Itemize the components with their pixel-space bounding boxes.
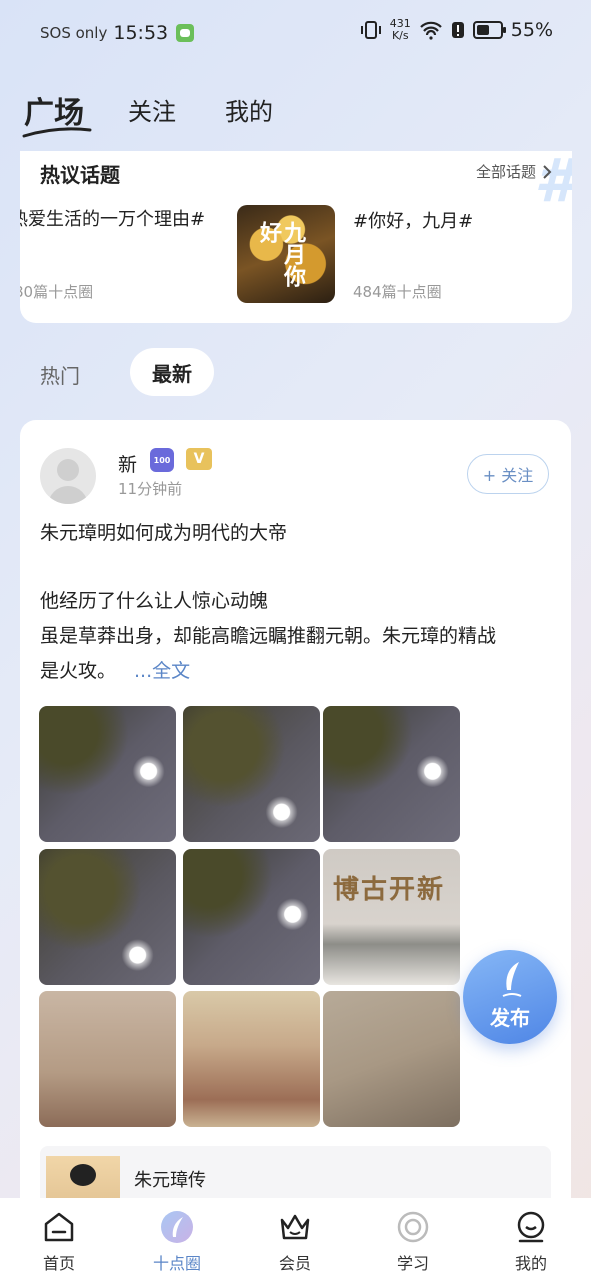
hot-topics-card: # 热议话题 全部话题 热爱生活的一万个理由# 80篇十点圈 九月你好 #你好，… (20, 151, 572, 323)
post-line: 朱元璋明如何成为明代的大帝 (40, 522, 288, 544)
topic-item-count: 484篇十点圈 (353, 283, 442, 301)
avatar-body (48, 486, 88, 504)
nav-study[interactable]: 学习 (354, 1198, 472, 1280)
nav-circle[interactable]: 十点圈 (118, 1198, 236, 1280)
post-photo[interactable] (183, 849, 320, 985)
quill-icon (502, 962, 522, 997)
vibrate-icon (360, 21, 381, 39)
topic-item-count: 80篇十点圈 (20, 283, 94, 301)
nav-member[interactable]: 会员 (236, 1198, 354, 1280)
author-name[interactable]: 新 (118, 450, 137, 477)
tab-follow[interactable]: 关注 (128, 92, 176, 127)
post-photo[interactable] (39, 849, 176, 985)
topic-thumbnail[interactable]: 九月你好 (237, 205, 335, 303)
level-badge-icon: 100 (150, 448, 174, 472)
topic-item-title[interactable]: #你好，九月# (353, 207, 473, 233)
post-line: 是火攻。 ...全文 (40, 654, 190, 688)
wechat-icon (176, 24, 195, 42)
tab-hot[interactable]: 热门 (40, 360, 80, 389)
photo-sign-text: 博古开新 (333, 875, 446, 905)
alert-icon (451, 22, 464, 38)
net-speed: 431 K/s (389, 17, 411, 42)
post-photo[interactable] (183, 706, 320, 842)
post-photo[interactable] (183, 991, 320, 1127)
publish-label: 发布 (490, 1006, 530, 1030)
post-line: 虽是草莽出身，却能高瞻远瞩推翻元朝。朱元璋的精战 (40, 625, 497, 647)
hot-topics-title: 热议话题 (40, 163, 120, 187)
status-bar: SOS only 15:53 431 K/s 55% (0, 0, 591, 66)
follow-button[interactable]: + 关注 (467, 454, 549, 494)
chevron-right-icon (543, 164, 552, 179)
nav-mine-label: 我的 (514, 1254, 547, 1273)
avatar[interactable] (40, 448, 96, 504)
profile-icon (517, 1211, 545, 1243)
study-icon (397, 1211, 429, 1243)
bottom-nav: 首页 十点圈 会员 学习 我的 (0, 1198, 591, 1280)
post-card: 新 100 V 11分钟前 + 关注 朱元璋明如何成为明代的大帝 他经历了什么让… (20, 420, 571, 1280)
all-topics-label: 全部话题 (475, 163, 536, 181)
read-more-link[interactable]: ...全文 (134, 660, 190, 682)
topic-thumbnail-text: 九月你好 (256, 221, 306, 287)
battery-icon (472, 21, 506, 39)
nav-study-label: 学习 (396, 1254, 429, 1273)
nav-mine[interactable]: 我的 (472, 1198, 590, 1280)
all-topics-link[interactable]: 全部话题 (476, 161, 552, 182)
post-photo[interactable] (39, 991, 176, 1127)
post-photo[interactable] (323, 991, 460, 1127)
topic-item-title[interactable]: 热爱生活的一万个理由# (20, 207, 210, 233)
tab-latest[interactable]: 最新 (130, 348, 214, 396)
book-title: 朱元璋传 (134, 1170, 206, 1191)
post-time: 11分钟前 (118, 480, 183, 498)
battery-percent: 55% (510, 19, 553, 41)
post-photo[interactable] (323, 706, 460, 842)
nav-home-label: 首页 (42, 1254, 75, 1273)
wifi-icon (419, 21, 442, 40)
active-tab-swoosh (22, 127, 92, 138)
clock: 15:53 (113, 22, 169, 44)
nav-home[interactable]: 首页 (0, 1198, 118, 1280)
crown-icon (280, 1214, 310, 1240)
status-left: SOS only 15:53 (40, 22, 195, 44)
post-photo[interactable] (39, 706, 176, 842)
post-line: 他经历了什么让人惊心动魄 (40, 590, 269, 612)
vip-badge-icon: V (186, 448, 212, 470)
publish-button[interactable]: 发布 (463, 950, 557, 1044)
avatar-head (57, 459, 79, 481)
post-photo[interactable]: 博古开新 (323, 849, 460, 985)
circle-feather-icon (161, 1211, 193, 1243)
home-icon (44, 1212, 74, 1242)
status-right: 431 K/s 55% (360, 18, 553, 42)
nav-member-label: 会员 (278, 1254, 311, 1273)
nav-circle-label: 十点圈 (152, 1254, 201, 1273)
carrier-text: SOS only (40, 24, 108, 42)
tab-mine[interactable]: 我的 (225, 92, 273, 127)
post-line-end: 是火攻。 (40, 660, 117, 682)
